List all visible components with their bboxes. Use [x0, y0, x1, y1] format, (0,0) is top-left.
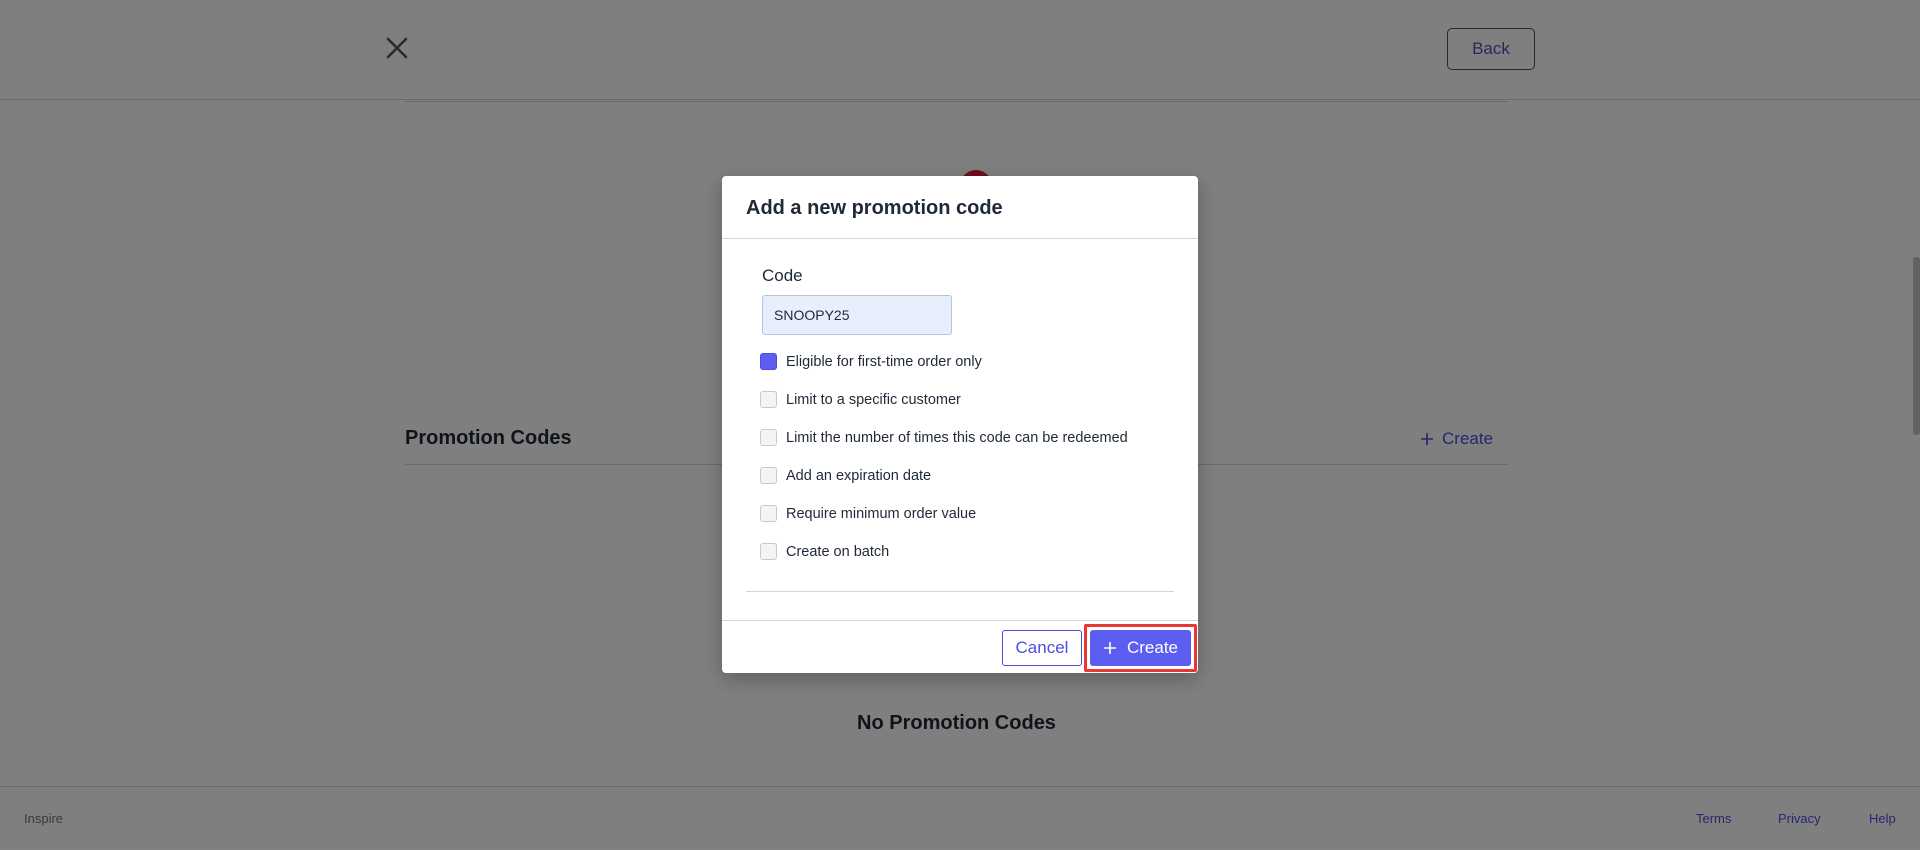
dialog-body: Code Eligible for first-time order only …: [722, 239, 1198, 616]
code-input[interactable]: [762, 295, 952, 335]
option-label: Require minimum order value: [786, 505, 977, 522]
divider: [746, 591, 1174, 592]
option-minimum-order[interactable]: Require minimum order value: [760, 505, 976, 522]
promotion-code-dialog: Add a new promotion code Code Eligible f…: [722, 176, 1198, 673]
checkbox[interactable]: [760, 429, 777, 446]
option-label: Eligible for first-time order only: [786, 353, 982, 370]
checkbox[interactable]: [760, 543, 777, 560]
option-label: Create on batch: [786, 543, 890, 560]
highlight-box: [1084, 624, 1197, 672]
code-label: Code: [762, 266, 803, 285]
option-specific-customer[interactable]: Limit to a specific customer: [760, 391, 961, 408]
checkbox[interactable]: [760, 391, 777, 408]
option-redemption-limit[interactable]: Limit the number of times this code can …: [760, 429, 1128, 446]
checkbox[interactable]: [760, 505, 777, 522]
checkbox[interactable]: [760, 467, 777, 484]
option-label: Limit the number of times this code can …: [786, 429, 1128, 446]
option-first-time-order[interactable]: Eligible for first-time order only: [760, 353, 982, 370]
dialog-header: Add a new promotion code: [722, 176, 1198, 239]
option-label: Add an expiration date: [786, 467, 932, 484]
dialog-footer: Cancel Create: [722, 620, 1198, 673]
option-label: Limit to a specific customer: [786, 391, 961, 408]
cancel-button[interactable]: Cancel: [1002, 630, 1082, 666]
option-expiration-date[interactable]: Add an expiration date: [760, 467, 931, 484]
option-create-batch[interactable]: Create on batch: [760, 543, 889, 560]
checkbox[interactable]: [760, 353, 777, 370]
dialog-title: Add a new promotion code: [746, 197, 1003, 219]
